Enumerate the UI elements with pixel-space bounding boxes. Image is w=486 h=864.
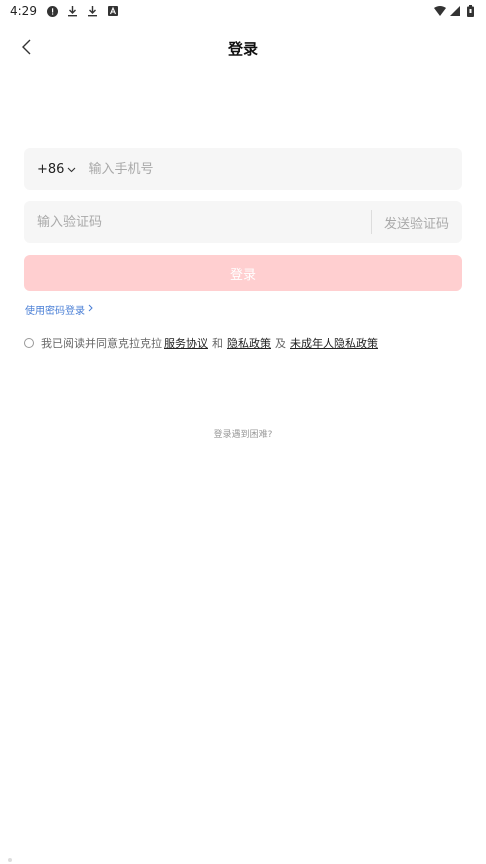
alert-icon — [47, 5, 59, 17]
status-right — [434, 5, 476, 17]
wifi-icon — [434, 5, 446, 17]
agreement-and: 和 — [212, 337, 223, 350]
country-code-label: +86 — [37, 161, 65, 177]
status-bar: 4:29 — [0, 0, 486, 22]
service-agreement-link[interactable]: 服务协议 — [164, 335, 208, 351]
signal-icon — [449, 5, 461, 17]
nav-indicator — [8, 858, 12, 862]
country-code-selector[interactable]: +86 — [37, 162, 76, 177]
battery-icon — [464, 5, 476, 17]
login-button[interactable]: 登录 — [24, 255, 462, 291]
download-icon — [87, 5, 99, 17]
agree-radio[interactable] — [24, 338, 34, 348]
app-a-icon — [107, 5, 119, 17]
send-code-button[interactable]: 发送验证码 — [372, 213, 462, 232]
phone-field: +86 — [24, 148, 462, 190]
agreement-row: 我已阅读并同意克拉克拉 服务协议 和 隐私政策 及 未成年人隐私政策 — [24, 335, 378, 351]
chevron-down-icon — [67, 162, 76, 177]
status-left: 4:29 — [10, 4, 119, 18]
phone-input[interactable] — [88, 148, 462, 190]
status-time: 4:29 — [10, 4, 37, 18]
verification-code-input[interactable] — [37, 201, 371, 243]
agreement-prefix: 我已阅读并同意克拉克拉 — [41, 337, 162, 350]
privacy-policy-link[interactable]: 隐私政策 — [227, 335, 271, 351]
chevron-right-icon — [88, 304, 93, 315]
minor-privacy-policy-link[interactable]: 未成年人隐私政策 — [290, 335, 378, 351]
header: 登录 — [0, 28, 486, 70]
agreement-and2: 及 — [275, 337, 286, 350]
code-field: 发送验证码 — [24, 201, 462, 243]
password-login-link[interactable]: 使用密码登录 — [25, 302, 93, 317]
password-login-label: 使用密码登录 — [25, 306, 85, 317]
login-trouble-link[interactable]: 登录遇到困难? — [0, 427, 486, 440]
page-title: 登录 — [227, 40, 258, 58]
download-icon — [67, 5, 79, 17]
